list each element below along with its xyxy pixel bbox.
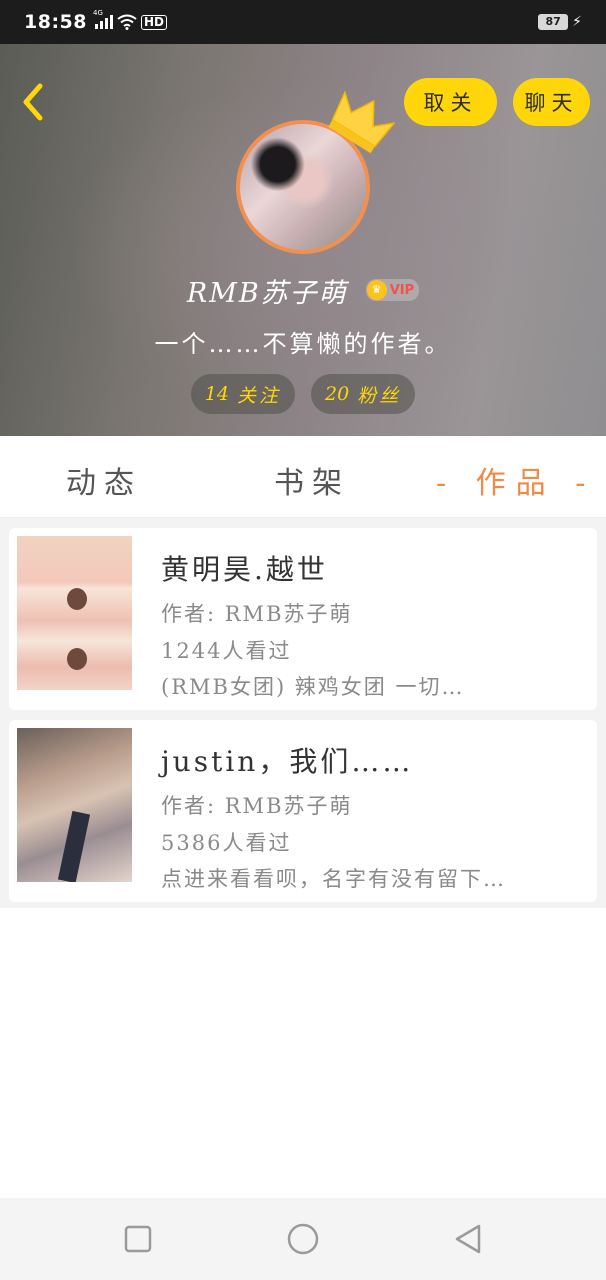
tab-dynamic[interactable]: 动态: [66, 458, 142, 502]
status-bar: 18:58 4G HD 87 ⚡: [0, 0, 606, 44]
system-nav-bar: [0, 1198, 606, 1280]
work-title: 黄明昊.越世: [161, 553, 328, 586]
following-label: 关注: [236, 384, 281, 407]
stats-row: 14 关注 20 粉丝: [0, 374, 606, 414]
unfollow-button[interactable]: 取关: [404, 78, 497, 126]
tab-bookshelf[interactable]: 书架: [274, 458, 350, 502]
work-description: 点进来看看呗，名字有没有留下…: [161, 867, 506, 891]
list-item[interactable]: justin，我们…… 作者: RMB苏子萌 5386人看过 点进来看看呗，名字…: [9, 720, 597, 902]
work-title: justin，我们……: [161, 745, 414, 778]
network-type: 4G: [92, 9, 103, 17]
work-author: 作者: RMB苏子萌: [161, 602, 353, 626]
recent-apps-button[interactable]: [121, 1222, 155, 1256]
list-item[interactable]: 黄明昊.越世 作者: RMB苏子萌 1244人看过 (RMB女团) 辣鸡女团 一…: [9, 528, 597, 710]
circle-icon: [287, 1223, 319, 1255]
user-bio: 一个……不算懒的作者。: [154, 330, 452, 358]
username: RMB苏子萌: [186, 277, 348, 309]
vip-crown-icon: ♛: [366, 280, 387, 300]
square-icon: [124, 1225, 152, 1253]
crown-icon: [328, 91, 395, 154]
following-stat[interactable]: 14 关注: [190, 374, 295, 414]
book-cover[interactable]: [17, 728, 132, 882]
charging-icon: ⚡: [572, 14, 582, 30]
battery-level: 87: [538, 14, 569, 30]
vip-label: VIP: [389, 282, 415, 298]
hd-icon: HD: [140, 14, 167, 30]
following-count: 14: [204, 383, 229, 405]
wifi-icon: [117, 14, 137, 30]
home-button[interactable]: [286, 1222, 320, 1256]
status-time: 18:58: [24, 11, 87, 33]
work-views: 5386人看过: [161, 831, 292, 855]
works-list: 黄明昊.越世 作者: RMB苏子萌 1244人看过 (RMB女团) 辣鸡女团 一…: [0, 518, 606, 908]
work-views: 1244人看过: [161, 639, 292, 663]
vip-badge: ♛ VIP: [365, 279, 420, 301]
status-icons: 4G HD: [93, 9, 167, 30]
followers-count: 20: [325, 383, 350, 405]
triangle-back-icon: [455, 1224, 481, 1254]
work-author: 作者: RMB苏子萌: [161, 794, 353, 818]
nav-back-button[interactable]: [451, 1222, 485, 1256]
chevron-left-icon: [23, 83, 43, 121]
work-description: (RMB女团) 辣鸡女团 一切…: [161, 675, 465, 699]
battery-indicator: 87 ⚡: [538, 14, 582, 30]
profile-tabs: 动态 书架 - 作品 -: [0, 436, 606, 518]
username-row: RMB苏子萌 ♛ VIP: [0, 269, 606, 311]
signal-icon: 4G: [93, 9, 113, 29]
chat-button[interactable]: 聊天: [513, 78, 590, 126]
followers-stat[interactable]: 20 粉丝: [311, 374, 416, 414]
followers-label: 粉丝: [357, 384, 402, 407]
back-button[interactable]: [14, 80, 54, 124]
book-cover[interactable]: [17, 536, 132, 690]
profile-header: 取关 聊天 RMB苏子萌 ♛ VIP 一个……不算懒的作者。 14 关注 20 …: [0, 44, 606, 436]
tab-works[interactable]: - 作品 -: [436, 458, 595, 502]
